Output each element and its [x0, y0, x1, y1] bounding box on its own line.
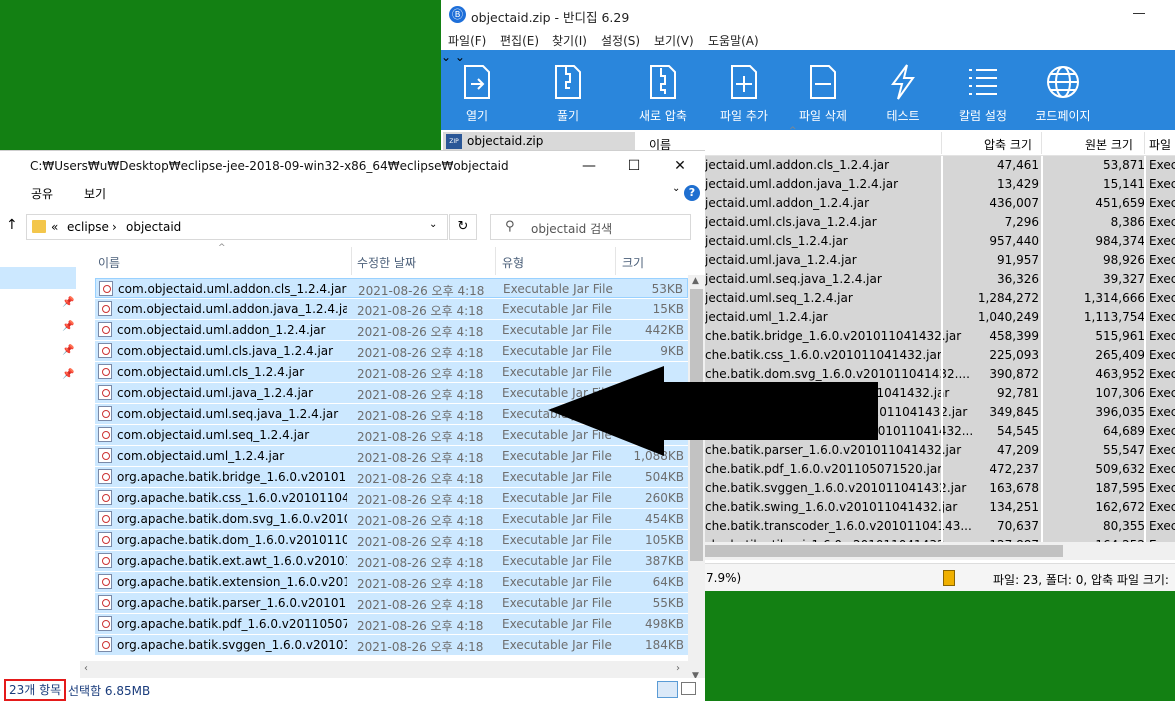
annotation-arrow-icon — [548, 366, 878, 456]
